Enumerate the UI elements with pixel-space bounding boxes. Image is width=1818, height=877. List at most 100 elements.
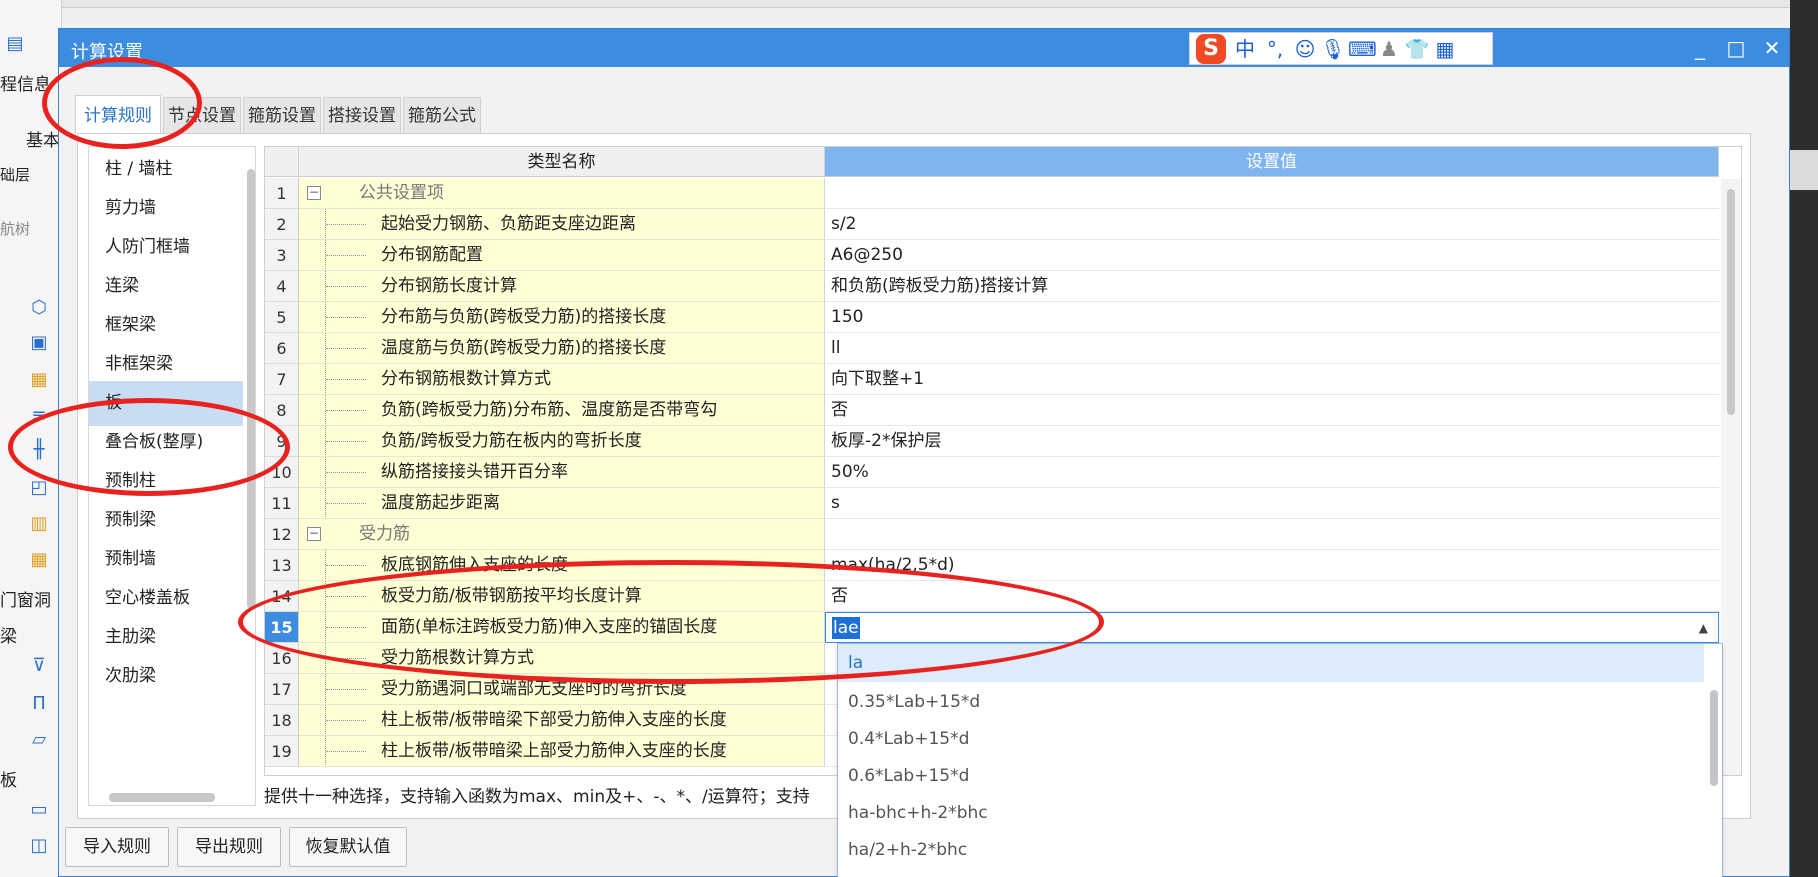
row-type-name-cell[interactable]: 分布筋与负筋(跨板受力筋)的搭接长度 [299,302,825,333]
component-icon-7[interactable]: ▥ [28,514,50,534]
row-type-name-cell[interactable]: 分布钢筋根数计算方式 [299,364,825,395]
grid-header-setting-value[interactable]: 设置值 [825,147,1719,177]
component-icon-8[interactable]: ▦ [28,550,50,570]
row-index[interactable]: 13 [265,550,299,581]
tab-calc-rules[interactable]: 计算规则 [75,95,161,133]
row-value-cell[interactable]: 否 [825,581,1719,612]
component-icon-1[interactable]: ⬡ [28,298,50,318]
dropdown-option[interactable]: 0.4*Lab+15*d [838,721,1704,757]
table-row[interactable]: 6 温度筋与负筋(跨板受力筋)的搭接长度 ll [265,333,1719,364]
row-index[interactable]: 2 [265,209,299,240]
tab-lap-settings[interactable]: 搭接设置 [323,97,401,133]
tab-node-settings[interactable]: 节点设置 [163,97,241,133]
row-type-name-cell[interactable]: 受力筋根数计算方式 [299,643,825,674]
row-index[interactable]: 6 [265,333,299,364]
row-index[interactable]: 3 [265,240,299,271]
grid-header-type-name[interactable]: 类型名称 [299,147,825,177]
row-type-name-cell[interactable]: 负筋/跨板受力筋在板内的弯折长度 [299,426,825,457]
dropdown-option[interactable]: la [838,644,1704,682]
import-rules-button[interactable]: 导入规则 [65,827,169,867]
row-value-cell[interactable]: 150 [825,302,1719,333]
row-value-cell[interactable]: 向下取整+1 [825,364,1719,395]
table-row[interactable]: 12− 受力筋 [265,519,1719,550]
component-icon-10[interactable]: Π [28,694,50,714]
category-secondary-rib-beam[interactable]: 次肋梁 [89,654,243,699]
component-icon-9[interactable]: ⊽ [28,656,50,676]
row-type-name-cell[interactable]: − 受力筋 [299,519,825,550]
collapse-toggle-icon[interactable]: − [307,186,321,200]
component-icon-6[interactable]: ◰ [28,478,50,498]
minimize-button[interactable]: _ [1683,33,1717,63]
table-row[interactable]: 15 面筋(单标注跨板受力筋)伸入支座的锚固长度 lae ▲ [265,612,1719,643]
row-value-cell[interactable]: ll [825,333,1719,364]
row-index[interactable]: 9 [265,426,299,457]
row-index[interactable]: 12 [265,519,299,550]
row-index[interactable]: 16 [265,643,299,674]
row-value-cell[interactable] [825,519,1719,550]
row-index[interactable]: 19 [265,736,299,767]
row-value-cell[interactable]: A6@250 [825,240,1719,271]
maximize-button[interactable]: □ [1719,33,1753,63]
component-icon-13[interactable]: ◫ [28,836,50,856]
component-icon-2[interactable]: ▣ [28,333,50,353]
row-type-name-cell[interactable]: 面筋(单标注跨板受力筋)伸入支座的锚固长度 [299,612,825,643]
restore-defaults-button[interactable]: 恢复默认值 [289,827,407,867]
row-index[interactable]: 17 [265,674,299,705]
component-icon-12[interactable]: ▭ [28,800,50,820]
row-index[interactable]: 1 [265,178,299,209]
dropdown-scroll-thumb[interactable] [1710,690,1718,786]
component-icon-5[interactable]: ╫ [28,440,50,460]
table-row[interactable]: 13 板底钢筋伸入支座的长度 max(ha/2,5*d) [265,550,1719,581]
table-row[interactable]: 7 分布钢筋根数计算方式 向下取整+1 [265,364,1719,395]
table-row[interactable]: 1− 公共设置项 [265,178,1719,209]
dropdown-option[interactable]: ha/2+h-2*bhc [838,832,1704,868]
skin-icon[interactable]: 👕 [1404,36,1430,62]
row-index[interactable]: 15 [265,612,299,643]
ime-mode-toggle[interactable]: 中 [1232,36,1258,62]
row-type-name-cell[interactable]: 分布钢筋配置 [299,240,825,271]
grid-vertical-scrollbar[interactable] [1721,179,1741,775]
row-value-cell[interactable]: 板厚-2*保护层 [825,426,1719,457]
collapse-toggle-icon[interactable]: − [307,527,321,541]
sogou-logo-icon[interactable]: S [1196,34,1226,64]
category-horizontal-scrollbar[interactable] [109,793,215,802]
row-type-name-cell[interactable]: 受力筋遇洞口或端部无支座时的弯折长度 [299,674,825,705]
row-index[interactable]: 5 [265,302,299,333]
grid-scroll-thumb[interactable] [1727,189,1735,415]
row-value-cell[interactable]: max(ha/2,5*d) [825,550,1719,581]
row-type-name-cell[interactable]: 柱上板带/板带暗梁下部受力筋伸入支座的长度 [299,705,825,736]
dropdown-option[interactable]: 0.35*Lab+15*d [838,684,1704,720]
tab-stirrup-settings[interactable]: 箍筋设置 [243,97,321,133]
keyboard-icon[interactable]: ⌨ [1348,36,1377,62]
row-value-cell[interactable] [825,178,1719,209]
row-type-name-cell[interactable]: 温度筋与负筋(跨板受力筋)的搭接长度 [299,333,825,364]
table-row[interactable]: 8 负筋(跨板受力筋)分布筋、温度筋是否带弯勾 否 [265,395,1719,426]
user-icon[interactable]: ♟ [1376,36,1402,62]
row-index[interactable]: 8 [265,395,299,426]
row-type-name-cell[interactable]: 温度筋起步距离 [299,488,825,519]
table-row[interactable]: 3 分布钢筋配置 A6@250 [265,240,1719,271]
ime-toolbar[interactable]: S 中 °, ☺ 🎙 ⌨ ♟ 👕 ▦ [1189,32,1493,65]
row-value-cell[interactable]: 50% [825,457,1719,488]
row-type-name-cell[interactable]: 板受力筋/板带钢筋按平均长度计算 [299,581,825,612]
row-type-name-cell[interactable]: 板底钢筋伸入支座的长度 [299,550,825,581]
row-index[interactable]: 14 [265,581,299,612]
row-value-cell[interactable]: s/2 [825,209,1719,240]
row-type-name-cell[interactable]: 负筋(跨板受力筋)分布筋、温度筋是否带弯勾 [299,395,825,426]
row-index[interactable]: 7 [265,364,299,395]
close-button[interactable]: ✕ [1755,33,1789,63]
component-icon-3[interactable]: ▦ [28,370,50,390]
microphone-icon[interactable]: 🎙 [1320,36,1346,62]
row-value-cell[interactable]: 和负筋(跨板受力筋)搭接计算 [825,271,1719,302]
component-icon-4[interactable]: ≡ [28,406,50,426]
row-type-name-cell[interactable]: 分布钢筋长度计算 [299,271,825,302]
table-row[interactable]: 9 负筋/跨板受力筋在板内的弯折长度 板厚-2*保护层 [265,426,1719,457]
table-row[interactable]: 10 纵筋搭接接头错开百分率 50% [265,457,1719,488]
dropdown-arrow-icon[interactable]: ▲ [1699,613,1708,644]
dropdown-option[interactable]: 0.6*Lab+15*d [838,758,1704,794]
table-row[interactable]: 5 分布筋与负筋(跨板受力筋)的搭接长度 150 [265,302,1719,333]
row-index[interactable]: 11 [265,488,299,519]
tab-stirrup-formula[interactable]: 箍筋公式 [403,97,481,133]
row-type-name-cell[interactable]: − 公共设置项 [299,178,825,209]
export-rules-button[interactable]: 导出规则 [177,827,281,867]
